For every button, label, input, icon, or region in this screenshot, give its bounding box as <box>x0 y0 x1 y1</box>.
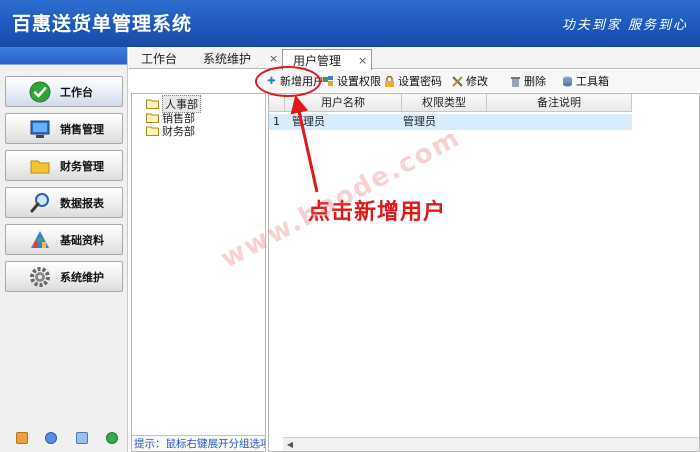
annotation-arrow <box>290 94 319 193</box>
